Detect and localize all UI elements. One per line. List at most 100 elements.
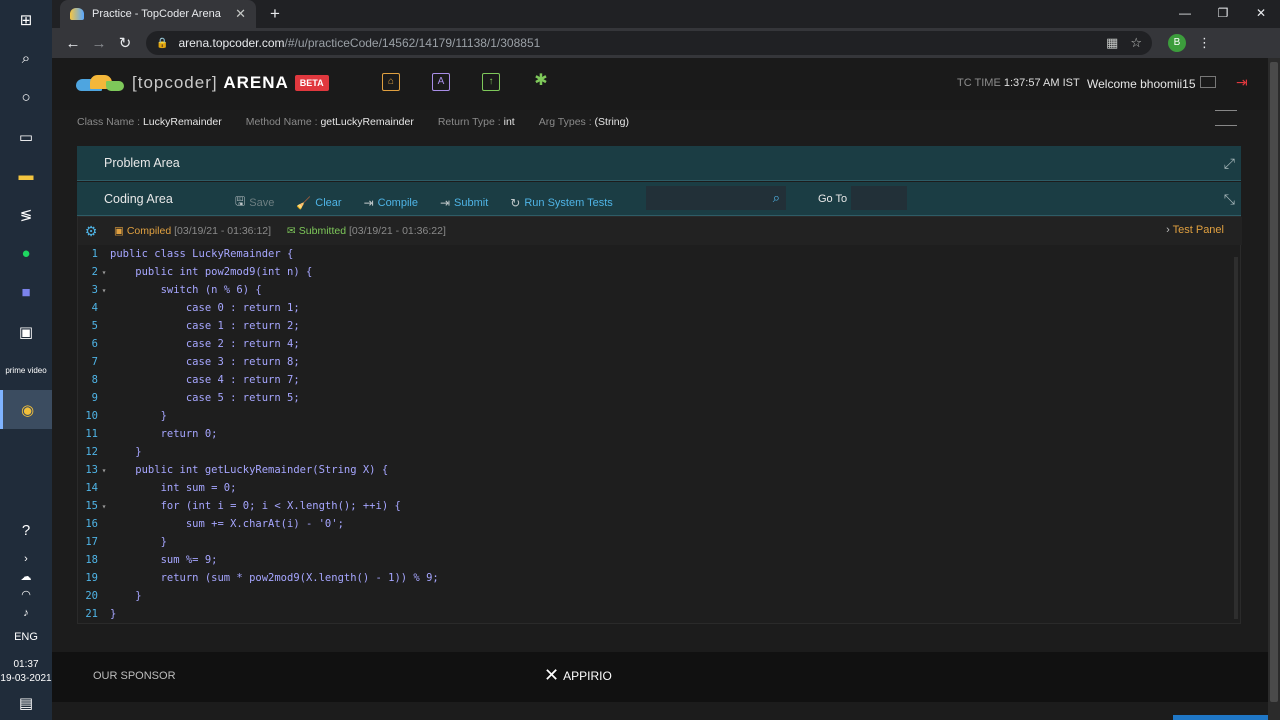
code-line[interactable]: 11 return 0; (78, 425, 1228, 443)
compile-button[interactable]: ⇥ Compile (364, 196, 418, 210)
code-line[interactable]: 14 int sum = 0; (78, 479, 1228, 497)
file-explorer-icon[interactable]: ▬ (0, 156, 52, 195)
submit-button[interactable]: ⇥ Submit (440, 196, 488, 210)
task-view-icon[interactable]: ▭ (0, 117, 52, 156)
cortana-icon[interactable]: ○ (0, 78, 52, 117)
notifications-icon[interactable]: ▤ (0, 686, 52, 720)
code-line[interactable]: 3 ▾ switch (n % 6) { (78, 281, 1228, 299)
code-line[interactable]: 6 case 2 : return 4; (78, 335, 1228, 353)
mail-icon[interactable] (1200, 76, 1216, 88)
code-search-input[interactable]: ⌕ (646, 186, 786, 210)
back-icon[interactable]: ← (60, 35, 86, 52)
line-number: 11 (85, 428, 98, 440)
menu-kebab-icon[interactable]: ⋮ (1198, 35, 1211, 51)
code-line[interactable]: 2 ▾ public int pow2mod9(int n) { (78, 263, 1228, 281)
volume-icon[interactable]: ♪ (23, 606, 29, 620)
page-scrollbar[interactable] (1268, 58, 1280, 720)
fold-arrow-icon[interactable]: ▾ (98, 286, 110, 295)
browser-tab[interactable]: Practice - TopCoder Arena ✕ (60, 0, 256, 28)
collapse-icon[interactable]: ⤡ (1224, 191, 1235, 208)
save-button[interactable]: 🖫 Save (235, 192, 274, 213)
logout-icon[interactable]: ⇥ (1236, 74, 1248, 91)
code-line[interactable]: 10 } (78, 407, 1228, 425)
code-line[interactable]: 9 case 5 : return 5; (78, 389, 1228, 407)
help-icon[interactable]: ? (0, 511, 52, 550)
spotify-icon[interactable]: ● (0, 234, 52, 273)
store-icon[interactable]: ▣ (0, 312, 52, 351)
address-bar[interactable]: 🔒 arena.topcoder.com/#/u/practiceCode/14… (146, 31, 1152, 55)
code-line[interactable]: 18 sum %= 9; (78, 551, 1228, 569)
fold-arrow-icon[interactable]: ▾ (98, 502, 110, 511)
tray-expand-icon[interactable]: › (24, 552, 28, 566)
chrome-icon[interactable]: ◉ (0, 390, 52, 429)
topcoder-logo[interactable]: [topcoder] ARENA BETA (76, 73, 329, 93)
line-text: public int pow2mod9(int n) { (110, 266, 313, 278)
layout-toggle-icon[interactable] (1215, 110, 1237, 126)
code-line[interactable]: 19 return (sum * pow2mod9(X.length() - 1… (78, 569, 1228, 587)
new-tab-icon[interactable]: + (270, 4, 280, 24)
forward-icon[interactable]: → (86, 35, 112, 52)
clock-time[interactable]: 01:37 (13, 658, 38, 672)
welcome-user[interactable]: Welcome bhoomii15 (1087, 77, 1196, 91)
reload-icon[interactable]: ↻ (112, 34, 138, 52)
code-editor[interactable]: ⚙ ▣ Compiled [03/19/21 - 01:36:12] ✉ Sub… (77, 216, 1242, 624)
search-icon[interactable]: ⌕ (0, 39, 52, 78)
windows-start-icon[interactable]: ⊞ (0, 0, 52, 39)
line-number: 16 (85, 518, 98, 530)
fold-arrow-icon[interactable]: ▾ (98, 466, 110, 475)
line-number: 18 (85, 554, 98, 566)
app-icon[interactable]: ≶ (0, 195, 52, 234)
test-panel-toggle[interactable]: › Test Panel (1166, 224, 1224, 236)
page-scrollbar-thumb[interactable] (1270, 62, 1278, 702)
appirio-logo[interactable]: ✕ APPIRIO (544, 665, 612, 686)
code-line[interactable]: 1 public class LuckyRemainder { (78, 245, 1228, 263)
lock-icon[interactable]: 🔒 (156, 38, 168, 49)
problem-area-panel[interactable]: Problem Area ⤢ (77, 146, 1241, 181)
code-line[interactable]: 7 case 3 : return 8; (78, 353, 1228, 371)
expand-icon[interactable]: ⤢ (1224, 155, 1235, 172)
home-icon[interactable]: ⌂ (382, 73, 400, 91)
search-icon[interactable]: ⌕ (773, 190, 780, 206)
clear-button[interactable]: 🧹 Clear (296, 196, 341, 210)
code-line[interactable]: 17 } (78, 533, 1228, 551)
line-number: 13 (85, 464, 98, 476)
bug-icon[interactable]: ✱ (532, 73, 550, 91)
clock-date[interactable]: 19-03-2021 (0, 672, 51, 686)
qr-code-icon[interactable]: ▦ (1106, 35, 1118, 51)
tab-title: Practice - TopCoder Arena (92, 8, 221, 20)
bookmark-star-icon[interactable]: ☆ (1130, 35, 1142, 51)
close-tab-icon[interactable]: ✕ (235, 6, 246, 22)
class-name-meta: Class Name : LuckyRemainder (77, 116, 222, 128)
editor-scrollbar[interactable] (1234, 257, 1238, 619)
code-line[interactable]: 8 case 4 : return 7; (78, 371, 1228, 389)
code-line[interactable]: 15 ▾ for (int i = 0; i < X.length(); ++i)… (78, 497, 1228, 515)
language-indicator[interactable]: ENG (14, 630, 38, 644)
profile-avatar[interactable]: B (1168, 34, 1186, 52)
code-line[interactable]: 20 } (78, 587, 1228, 605)
minimize-icon[interactable]: — (1166, 0, 1204, 28)
close-window-icon[interactable]: ✕ (1242, 0, 1280, 28)
leaderboard-icon[interactable]: ↑ (482, 73, 500, 91)
line-text: sum += X.charAt(i) - '0'; (110, 518, 344, 530)
code-line[interactable]: 12 } (78, 443, 1228, 461)
code-line[interactable]: 13 ▾ public int getLuckyRemainder(String … (78, 461, 1228, 479)
code-line[interactable]: 21} (78, 605, 1228, 623)
onedrive-icon[interactable]: ☁ (21, 570, 32, 584)
restore-icon[interactable]: ❐ (1204, 0, 1242, 28)
code-line[interactable]: 4 case 0 : return 1; (78, 299, 1228, 317)
goto-line-input[interactable] (851, 186, 907, 210)
gear-icon[interactable]: ⚙ (78, 223, 104, 240)
url-text[interactable]: arena.topcoder.com/#/u/practiceCode/1456… (178, 36, 1106, 50)
teams-icon[interactable]: ■ (0, 273, 52, 312)
code-line[interactable]: 5 case 1 : return 2; (78, 317, 1228, 335)
code-lines[interactable]: 1 public class LuckyRemainder {2 ▾ public … (78, 245, 1228, 623)
arena-icon[interactable]: A (432, 73, 450, 91)
line-text: sum %= 9; (110, 554, 218, 566)
tc-time: TC TIME 1:37:57 AM IST (957, 77, 1080, 89)
run-system-tests-button[interactable]: ↻ Run System Tests (510, 196, 613, 210)
code-line[interactable]: 16 sum += X.charAt(i) - '0'; (78, 515, 1228, 533)
prime-video-icon[interactable]: prime video (0, 351, 52, 390)
line-text: } (110, 446, 142, 458)
fold-arrow-icon[interactable]: ▾ (98, 268, 110, 277)
wifi-icon[interactable]: ◠ (21, 588, 31, 602)
